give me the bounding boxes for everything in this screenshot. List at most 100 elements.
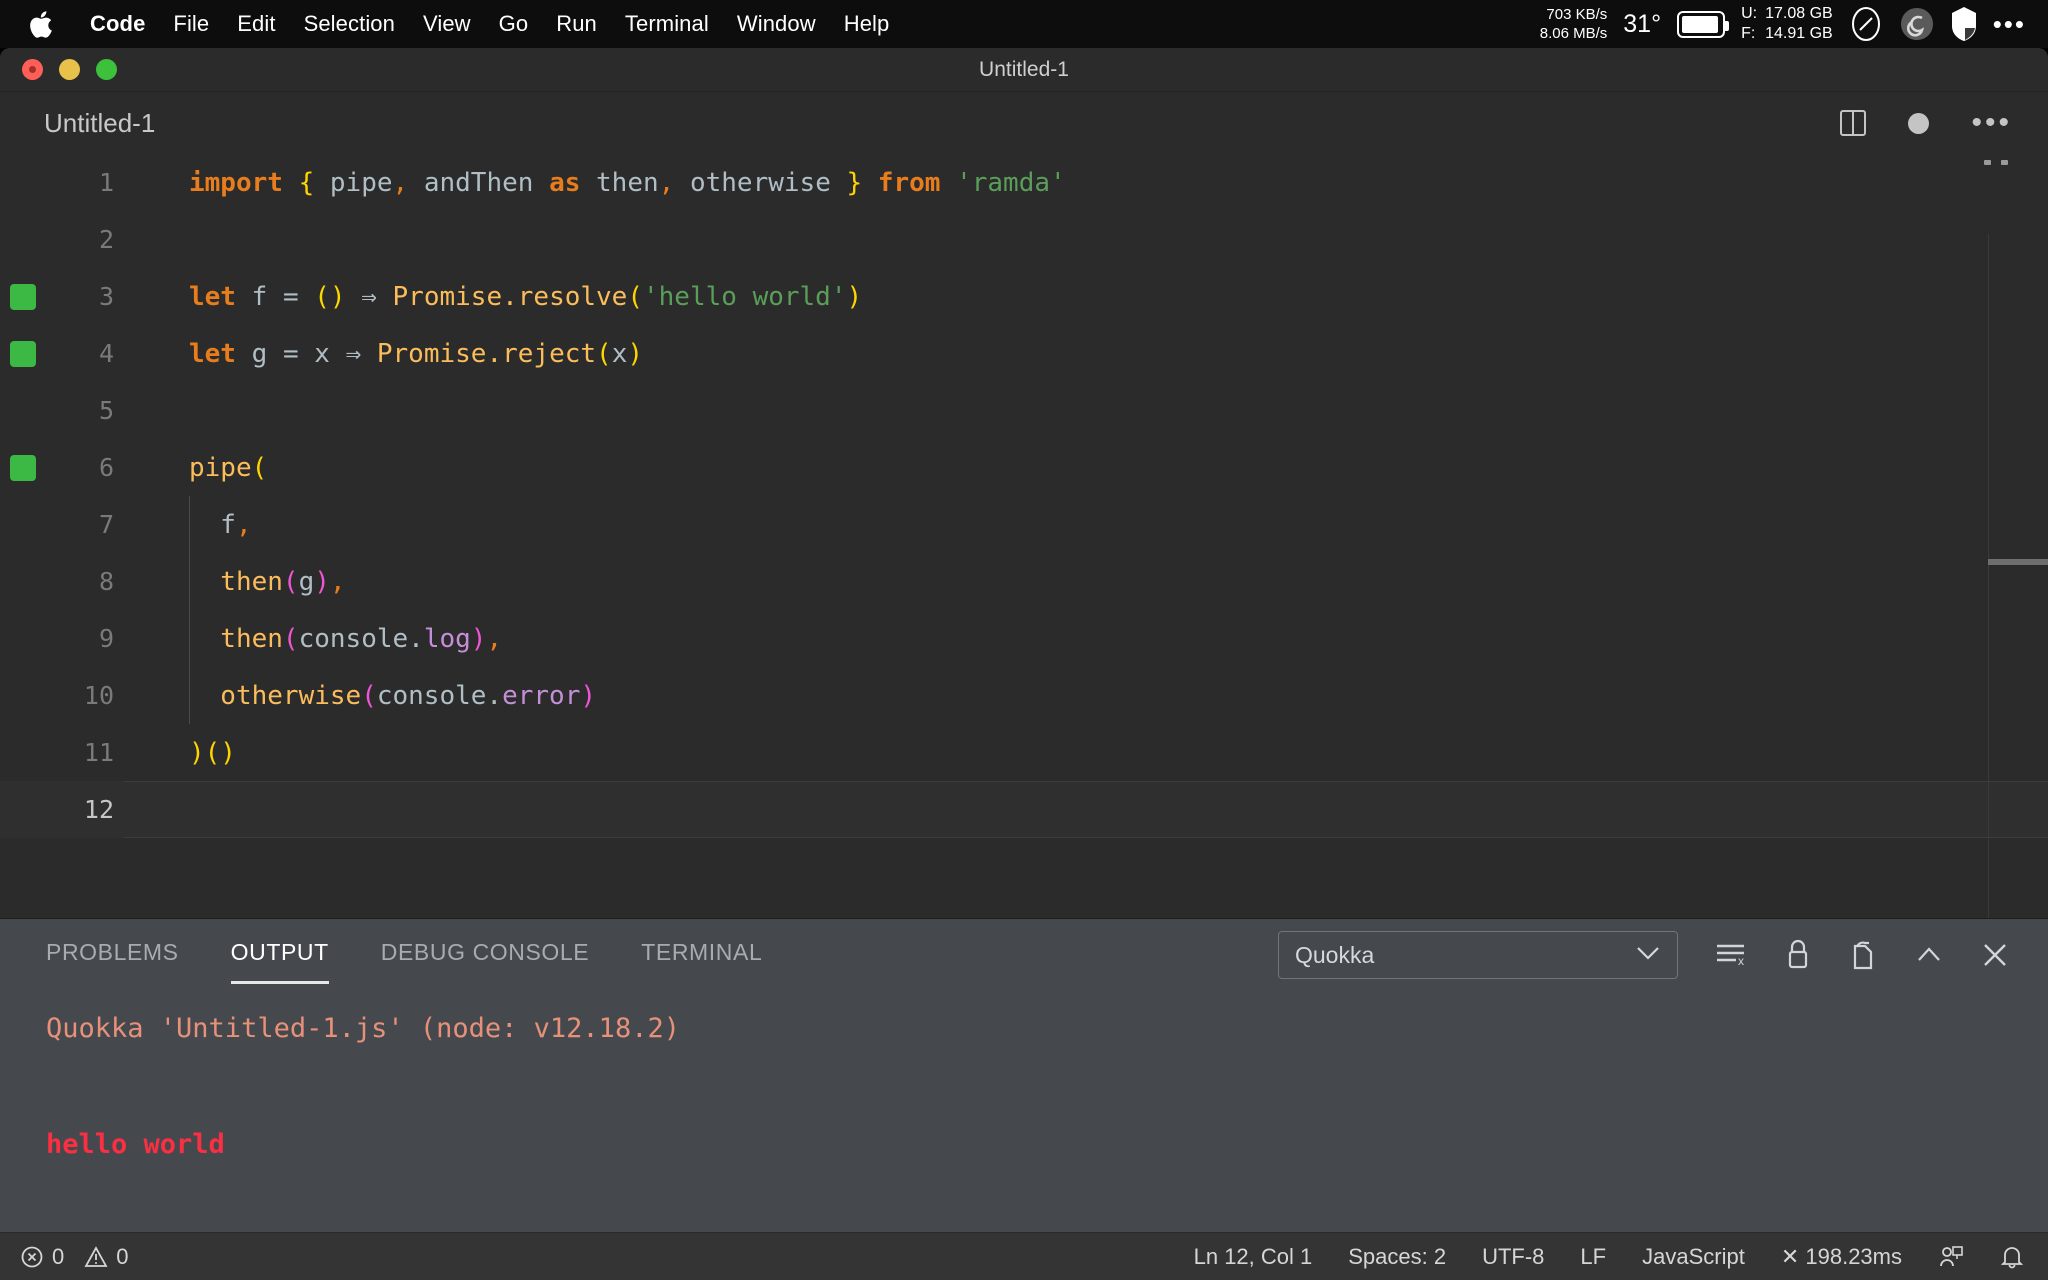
code-line-text: f, (124, 510, 251, 540)
code-token: = (282, 281, 299, 312)
coverage-indicator-icon (10, 454, 36, 481)
code-token: resolve (517, 281, 628, 312)
status-cursor-position[interactable]: Ln 12, Col 1 (1194, 1244, 1313, 1270)
code-line[interactable]: 3 let f = () ⇒ Promise.resolve('hello wor… (0, 268, 2048, 325)
code-line[interactable]: 4 let g = x ⇒ Promise.reject(x) (0, 325, 2048, 382)
code-token: then (189, 623, 283, 654)
code-token: Promise (392, 281, 503, 312)
tab-problems[interactable]: PROBLEMS (46, 939, 179, 972)
ellipsis-icon[interactable]: ••• (1993, 11, 2026, 37)
code-token: x (298, 338, 346, 369)
code-line[interactable]: 10 otherwise(console.error) (0, 667, 2048, 724)
code-line[interactable]: 9 then(console.log), (0, 610, 2048, 667)
tab-terminal[interactable]: TERMINAL (641, 939, 762, 972)
status-encoding[interactable]: UTF-8 (1482, 1244, 1544, 1270)
open-in-editor-icon[interactable] (1848, 938, 1878, 972)
menu-view[interactable]: View (409, 11, 485, 37)
code-token: error (502, 680, 581, 711)
gutter-coverage-marker (0, 340, 46, 367)
battery-fill (1681, 15, 1718, 33)
menu-code[interactable]: Code (76, 11, 159, 37)
status-indentation[interactable]: Spaces: 2 (1348, 1244, 1446, 1270)
tab-untitled-1[interactable]: Untitled-1 (44, 108, 155, 139)
menu-file[interactable]: File (159, 11, 223, 37)
coverage-indicator-icon (10, 283, 36, 310)
spiral-icon[interactable] (1899, 6, 1935, 42)
menu-help[interactable]: Help (830, 11, 904, 37)
code-editor[interactable]: 1 import { pipe, andThen as then, otherwi… (0, 154, 2048, 918)
output-channel-select[interactable]: Quokka (1278, 931, 1678, 979)
code-line[interactable]: 11 )() (0, 724, 2048, 781)
code-token: Promise (376, 338, 487, 369)
code-line[interactable]: 12 (0, 781, 2048, 838)
battery-icon[interactable] (1677, 10, 1730, 38)
code-line[interactable]: 6 pipe( (0, 439, 2048, 496)
status-error-count: 0 (52, 1243, 65, 1269)
indent-guide (189, 496, 190, 724)
chevron-up-icon[interactable] (1914, 944, 1944, 966)
status-eol[interactable]: LF (1580, 1244, 1606, 1270)
code-line[interactable]: 5 (0, 382, 2048, 439)
line-number: 5 (98, 396, 114, 425)
code-line[interactable]: 2 (0, 211, 2048, 268)
code-token: . (486, 338, 503, 369)
network-speed-indicator[interactable]: 703 KB/s 8.06 MB/s (1540, 5, 1608, 43)
gutter-coverage-marker (0, 454, 46, 481)
shield-icon[interactable] (1951, 6, 1977, 42)
menu-go[interactable]: Go (485, 11, 543, 37)
output-content[interactable]: Quokka 'Untitled-1.js' (node: v12.18.2) … (0, 991, 2048, 1258)
menu-run[interactable]: Run (542, 11, 611, 37)
bell-icon[interactable] (2000, 1244, 2024, 1270)
menu-edit[interactable]: Edit (223, 11, 289, 37)
status-bar: 0 0 Ln 12, Col 1 Spaces: 2 UTF-8 LF Java… (0, 1232, 2048, 1280)
apple-logo-icon[interactable] (28, 9, 54, 39)
code-token: otherwise (674, 167, 847, 198)
line-number: 3 (98, 282, 114, 311)
status-warning-count: 0 (116, 1243, 129, 1269)
tab-debug-console[interactable]: DEBUG CONSOLE (381, 939, 589, 972)
code-token: , (329, 566, 346, 597)
code-token: g (298, 566, 315, 597)
memory-indicator[interactable]: U: F: 17.08 GB 14.91 GB (1741, 4, 1833, 44)
menu-window[interactable]: Window (723, 11, 830, 37)
line-number: 6 (98, 453, 114, 482)
code-token: reject (502, 338, 597, 369)
code-token: , (658, 167, 675, 198)
cpu-temperature[interactable]: 31° (1623, 10, 1661, 39)
live-share-icon[interactable] (1938, 1244, 1964, 1270)
unsaved-indicator-icon[interactable] (1908, 112, 1930, 134)
code-token: g (235, 338, 283, 369)
split-editor-icon[interactable] (1840, 110, 1867, 136)
code-line[interactable]: 7 f, (0, 496, 2048, 553)
warning-triangle-icon (84, 1245, 108, 1269)
code-token: pipe (189, 452, 252, 483)
code-line[interactable]: 8 then(g), (0, 553, 2048, 610)
code-line-text: )() (124, 738, 236, 768)
more-actions-icon[interactable]: ••• (1971, 108, 2012, 138)
gutter-coverage-marker (0, 283, 46, 310)
editor-actions: ••• (1840, 108, 2048, 138)
status-problems[interactable]: 0 0 (20, 1244, 129, 1270)
tab-output[interactable]: OUTPUT (230, 939, 329, 984)
lock-icon[interactable] (1784, 938, 1812, 972)
editor-minimap[interactable] (1988, 234, 2048, 918)
code-token: . (502, 281, 518, 312)
clear-output-icon[interactable]: x (1714, 940, 1748, 970)
panel-toolbar: Quokka x (1278, 931, 2048, 979)
code-token: = (282, 338, 299, 369)
code-token: ) (314, 566, 330, 597)
gauge-icon[interactable] (1849, 5, 1883, 43)
menu-terminal[interactable]: Terminal (611, 11, 723, 37)
menu-selection[interactable]: Selection (290, 11, 409, 37)
status-quokka-runtime[interactable]: ✕ 198.23ms (1781, 1244, 1902, 1270)
line-number: 11 (83, 738, 114, 767)
editor-scrollbar-thumb[interactable] (1988, 559, 2048, 565)
close-panel-icon[interactable] (1980, 940, 2010, 970)
code-token: } (846, 167, 863, 198)
line-number: 9 (98, 624, 114, 653)
status-language-mode[interactable]: JavaScript (1642, 1244, 1745, 1270)
svg-text:x: x (1738, 954, 1744, 968)
code-line[interactable]: 1 import { pipe, andThen as then, otherwi… (0, 154, 2048, 211)
output-line-header: Quokka 'Untitled-1.js' (node: v12.18.2) (46, 1013, 680, 1044)
